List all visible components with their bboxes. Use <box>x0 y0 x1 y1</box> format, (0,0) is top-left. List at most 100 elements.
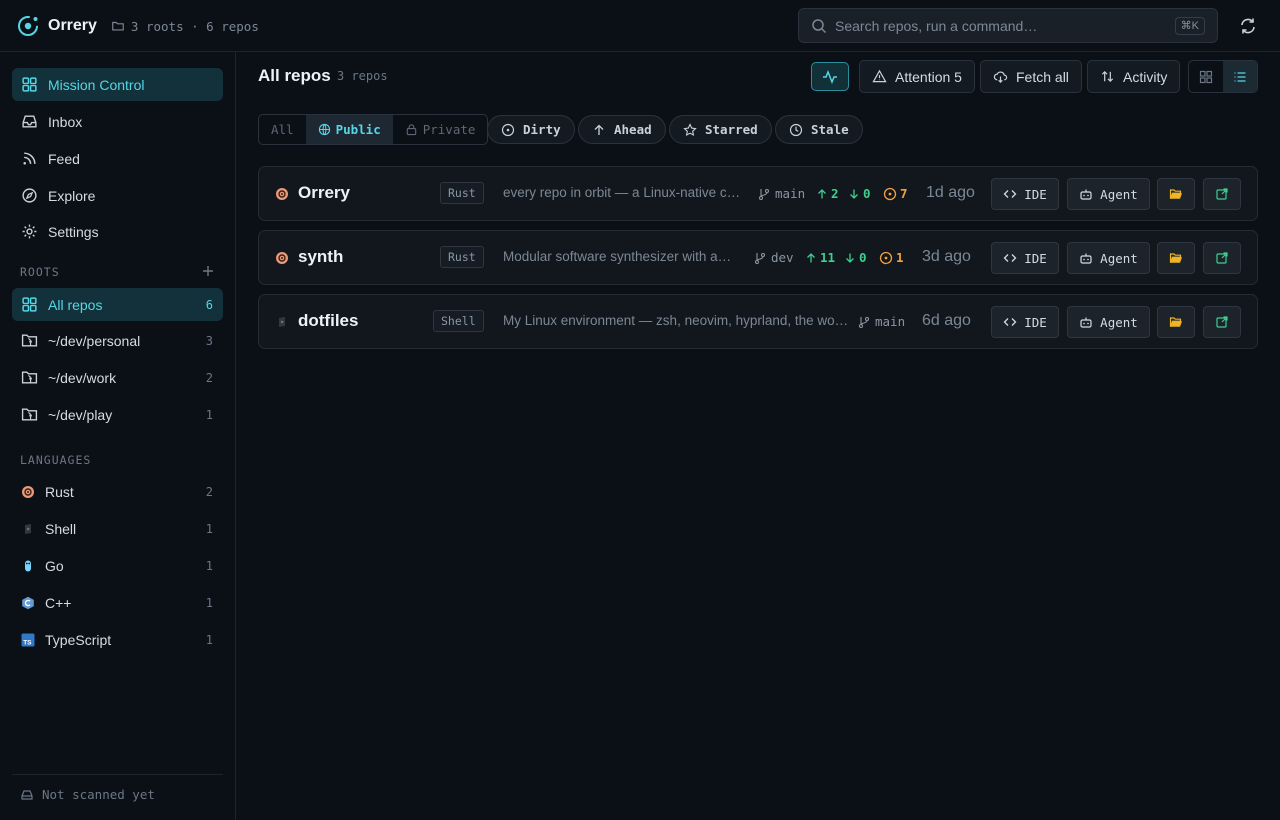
activity-pulse-button[interactable] <box>811 62 849 91</box>
root-dev-work[interactable]: ~/dev/work 2 <box>12 361 223 394</box>
root-label: ~/dev/play <box>48 406 113 423</box>
external-link-icon <box>1216 316 1228 328</box>
nav-explore[interactable]: Explore <box>12 179 223 212</box>
repo-description: My Linux environment — zsh, neovim, hypr… <box>503 313 849 328</box>
agent-label: Agent <box>1100 186 1138 202</box>
filter-chip-starred[interactable]: Starred <box>669 115 772 144</box>
root-dev-play[interactable]: ~/dev/play 1 <box>12 398 223 431</box>
open-folder-button[interactable] <box>1157 178 1195 210</box>
external-link-icon <box>1216 188 1228 200</box>
repo-row[interactable]: synth Rust Modular software synthesizer … <box>258 230 1258 285</box>
roots-section-label: ROOTS <box>20 265 60 279</box>
repo-description: Modular software synthesizer with a… <box>503 249 732 264</box>
rust-icon <box>276 252 288 264</box>
filter-private[interactable]: Private <box>393 115 488 144</box>
warning-icon <box>872 69 887 83</box>
globe-icon <box>318 123 330 136</box>
list-view-icon <box>1234 71 1246 82</box>
list-view-button[interactable] <box>1223 61 1257 92</box>
ide-label: IDE <box>1024 186 1047 202</box>
branch-indicator: main <box>857 314 905 329</box>
nav-label: Explore <box>48 187 96 204</box>
open-external-button[interactable] <box>1203 306 1241 338</box>
root-label: ~/dev/work <box>48 369 117 386</box>
root-count: 1 <box>205 407 213 422</box>
nav-feed[interactable]: Feed <box>12 142 223 175</box>
repo-name[interactable]: dotfiles <box>298 311 358 331</box>
open-agent-button[interactable]: Agent <box>1067 306 1150 338</box>
branch-indicator: dev <box>753 250 794 265</box>
filter-all[interactable]: All <box>259 115 306 144</box>
fetch-all-button[interactable]: Fetch all <box>980 60 1082 93</box>
git-branch-icon <box>754 252 766 264</box>
add-root-icon[interactable] <box>201 264 215 278</box>
arrow-up-icon <box>594 124 604 135</box>
root-dev-personal[interactable]: ~/dev/personal 3 <box>12 324 223 357</box>
lang-cpp[interactable]: C++ 1 <box>12 586 223 619</box>
folder-git-icon <box>21 334 38 347</box>
filter-chip-dirty[interactable]: Dirty <box>487 115 575 144</box>
lang-shell[interactable]: Shell 1 <box>12 512 223 545</box>
page-title: All repos <box>258 66 331 85</box>
filter-label: Private <box>422 122 476 137</box>
sort-activity-button[interactable]: Activity <box>1087 60 1181 93</box>
open-ide-button[interactable]: IDE <box>991 242 1059 274</box>
issue-icon <box>879 251 893 264</box>
search-input[interactable] <box>835 17 1165 34</box>
scan-status-text: Not scanned yet <box>42 787 155 802</box>
open-folder-button[interactable] <box>1157 242 1195 274</box>
nav-settings[interactable]: Settings <box>12 215 223 248</box>
top-bar: Orrery 3 roots · 6 repos ⌘K <box>0 0 1280 52</box>
lang-count: 2 <box>205 484 213 499</box>
lang-typescript[interactable]: TS TypeScript 1 <box>12 623 223 656</box>
ahead-value: 2 <box>831 186 839 201</box>
git-branch-icon <box>858 316 870 328</box>
lang-go[interactable]: Go 1 <box>12 549 223 582</box>
branch-name: dev <box>771 250 794 265</box>
open-external-button[interactable] <box>1203 242 1241 274</box>
filter-chip-ahead[interactable]: Ahead <box>578 115 666 144</box>
open-folder-button[interactable] <box>1157 306 1195 338</box>
sort-icon <box>1101 70 1114 83</box>
language-badge: Shell <box>433 310 484 332</box>
open-ide-button[interactable]: IDE <box>991 306 1059 338</box>
orrery-logo-icon <box>18 16 38 36</box>
code-icon <box>1003 190 1017 198</box>
root-count: 6 <box>205 297 213 312</box>
languages-section-label: LANGUAGES <box>20 453 92 467</box>
robot-icon <box>1080 189 1092 200</box>
search-box[interactable]: ⌘K <box>798 8 1218 43</box>
attention-button[interactable]: Attention 5 <box>859 60 975 93</box>
brand[interactable]: Orrery 3 roots · 6 repos <box>16 14 259 38</box>
grid-view-icon <box>1199 70 1213 83</box>
grid-view-button[interactable] <box>1189 61 1223 92</box>
open-ide-button[interactable]: IDE <box>991 178 1059 210</box>
dot-circle-icon <box>501 123 515 136</box>
repo-name[interactable]: synth <box>298 247 343 267</box>
repo-row[interactable]: Orrery Rust every repo in orbit — a Linu… <box>258 166 1258 221</box>
lang-rust[interactable]: Rust 2 <box>12 475 223 508</box>
arrow-down-icon <box>846 253 854 263</box>
repo-name[interactable]: Orrery <box>298 183 350 203</box>
app-meta-text: 3 roots · 6 repos <box>130 18 259 34</box>
folder-open-icon <box>1169 189 1182 199</box>
nav-inbox[interactable]: Inbox <box>12 105 223 138</box>
root-label: ~/dev/personal <box>48 332 141 349</box>
open-agent-button[interactable]: Agent <box>1067 242 1150 274</box>
behind-value: 0 <box>863 186 871 201</box>
repo-row[interactable]: dotfiles Shell My Linux environment — zs… <box>258 294 1258 349</box>
nav-mission-control[interactable]: Mission Control <box>12 68 223 101</box>
filter-public[interactable]: Public <box>305 115 393 144</box>
filter-label: All <box>271 122 294 137</box>
app-name: Orrery <box>48 17 97 34</box>
language-badge: Rust <box>440 182 484 204</box>
gear-icon <box>22 224 37 239</box>
filter-chip-stale[interactable]: Stale <box>775 115 863 144</box>
open-agent-button[interactable]: Agent <box>1067 178 1150 210</box>
refresh-icon[interactable] <box>1238 16 1258 36</box>
issue-icon <box>883 187 897 200</box>
root-all-repos[interactable]: All repos 6 <box>12 288 223 321</box>
branch-name: main <box>775 186 806 201</box>
open-external-button[interactable] <box>1203 178 1241 210</box>
sort-label: Activity <box>1123 68 1168 85</box>
